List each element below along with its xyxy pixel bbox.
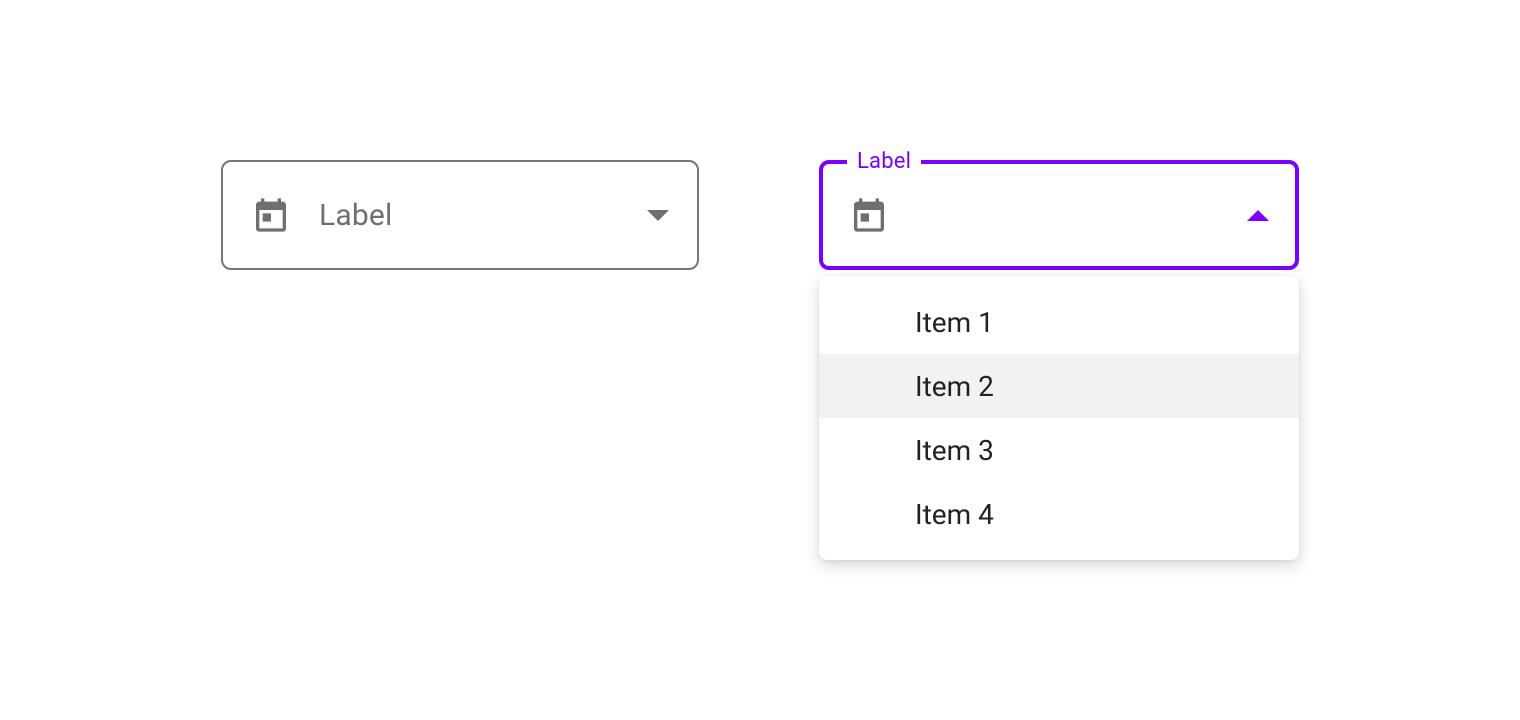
select-closed[interactable]: Label <box>221 160 699 270</box>
menu-item[interactable]: Item 1 <box>819 290 1299 354</box>
chevron-up-icon <box>1247 210 1269 221</box>
select-placeholder: Label <box>319 198 647 233</box>
calendar-icon <box>251 195 291 235</box>
chevron-down-icon <box>647 210 669 221</box>
select-open[interactable]: Label <box>819 160 1299 270</box>
select-menu: Item 1 Item 2 Item 3 Item 4 <box>819 276 1299 560</box>
menu-item[interactable]: Item 4 <box>819 482 1299 546</box>
menu-item-label: Item 4 <box>915 498 994 531</box>
select-floating-label: Label <box>847 149 921 174</box>
menu-item-label: Item 2 <box>915 370 994 403</box>
menu-item-label: Item 1 <box>915 306 994 339</box>
calendar-icon <box>849 195 889 235</box>
menu-item-label: Item 3 <box>915 434 994 467</box>
menu-item[interactable]: Item 3 <box>819 418 1299 482</box>
menu-item[interactable]: Item 2 <box>819 354 1299 418</box>
